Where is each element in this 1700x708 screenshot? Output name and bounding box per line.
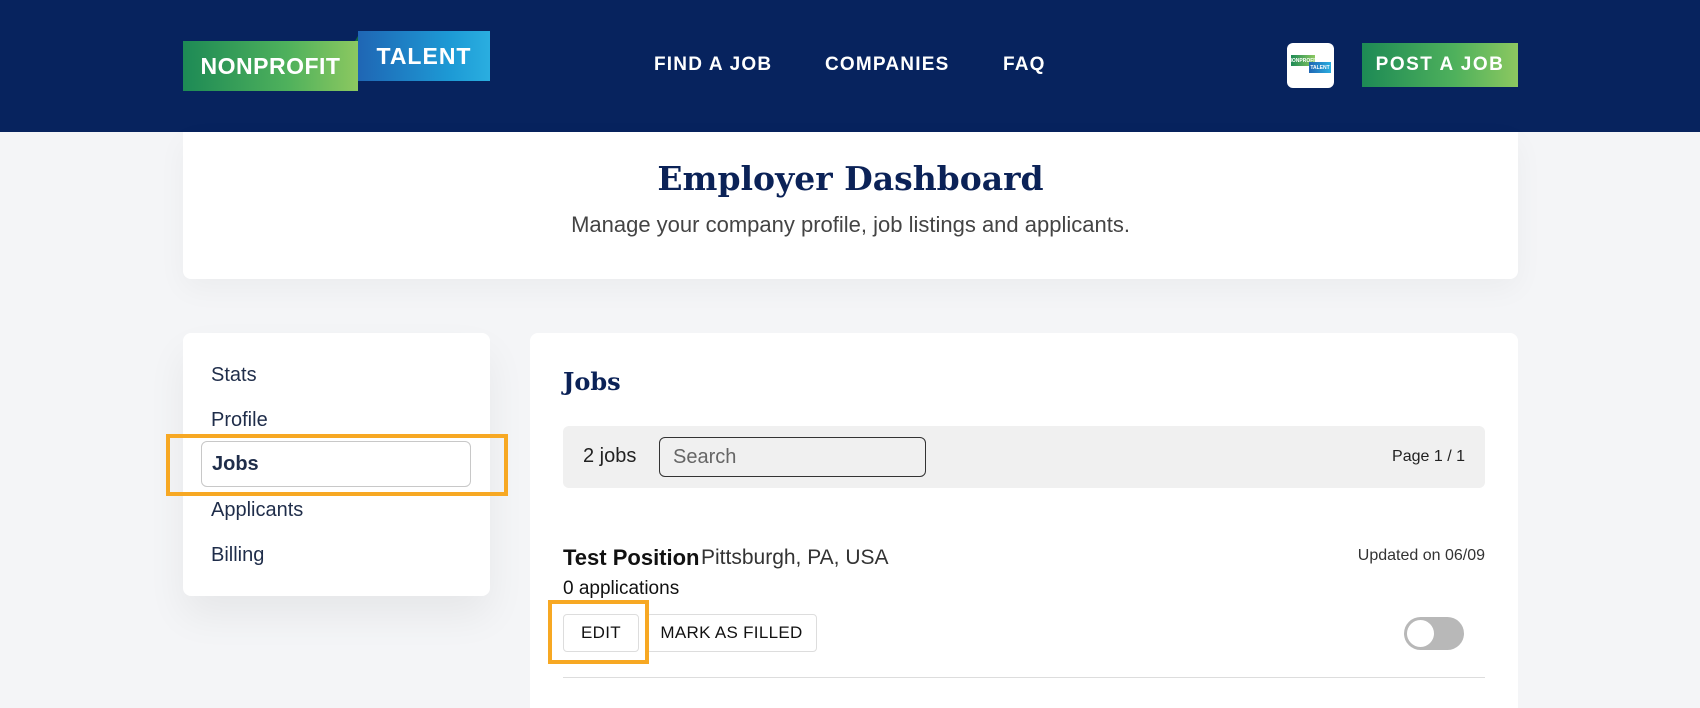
dashboard-sidebar: Stats Profile Jobs Applicants Billing <box>183 333 490 596</box>
mark-as-filled-button[interactable]: MARK AS FILLED <box>646 614 817 652</box>
job-applications-count[interactable]: 0 applications <box>563 578 679 600</box>
page-subtitle: Manage your company profile, job listing… <box>571 212 1130 237</box>
nonprofit-talent-logo[interactable]: NONPROFIT TALENT <box>183 31 490 91</box>
sidebar-item-jobs[interactable]: Jobs <box>201 441 471 487</box>
jobs-panel: Jobs 2 jobs Page 1 / 1 Test Position Pit… <box>530 333 1518 708</box>
jobs-heading: Jobs <box>563 367 621 396</box>
job-count: 2 jobs <box>583 445 637 467</box>
sidebar-item-profile[interactable]: Profile <box>211 409 268 432</box>
nav-find-a-job[interactable]: FIND A JOB <box>654 54 772 76</box>
job-title[interactable]: Test Position <box>563 545 700 571</box>
jobs-toolbar: 2 jobs Page 1 / 1 <box>563 426 1485 488</box>
logo-right-text: TALENT <box>358 31 490 81</box>
nav-faq[interactable]: FAQ <box>1003 54 1046 76</box>
search-input[interactable] <box>659 437 926 477</box>
post-a-job-button[interactable]: POST A JOB <box>1362 43 1518 87</box>
sidebar-item-stats[interactable]: Stats <box>211 364 257 387</box>
avatar-logo-right: TALENT <box>1309 62 1331 73</box>
edit-job-button[interactable]: EDIT <box>563 614 639 652</box>
job-location: Pittsburgh, PA, USA <box>701 546 889 569</box>
logo-left-text: NONPROFIT <box>183 41 358 91</box>
sidebar-item-applicants[interactable]: Applicants <box>211 499 303 522</box>
pagination-info: Page 1 / 1 <box>1392 448 1465 465</box>
job-row-divider <box>563 677 1485 678</box>
job-updated-date: Updated on 06/09 <box>1357 547 1485 564</box>
sidebar-item-billing[interactable]: Billing <box>211 544 264 567</box>
toggle-knob <box>1407 620 1434 647</box>
dashboard-hero: Employer Dashboard Manage your company p… <box>183 132 1518 279</box>
company-avatar[interactable]: NONPROFIT TALENT <box>1287 43 1334 88</box>
site-header: NONPROFIT TALENT FIND A JOB COMPANIES FA… <box>0 0 1700 132</box>
nav-companies[interactable]: COMPANIES <box>825 54 949 76</box>
page-title: Employer Dashboard <box>657 159 1044 198</box>
job-active-toggle[interactable] <box>1404 617 1464 650</box>
